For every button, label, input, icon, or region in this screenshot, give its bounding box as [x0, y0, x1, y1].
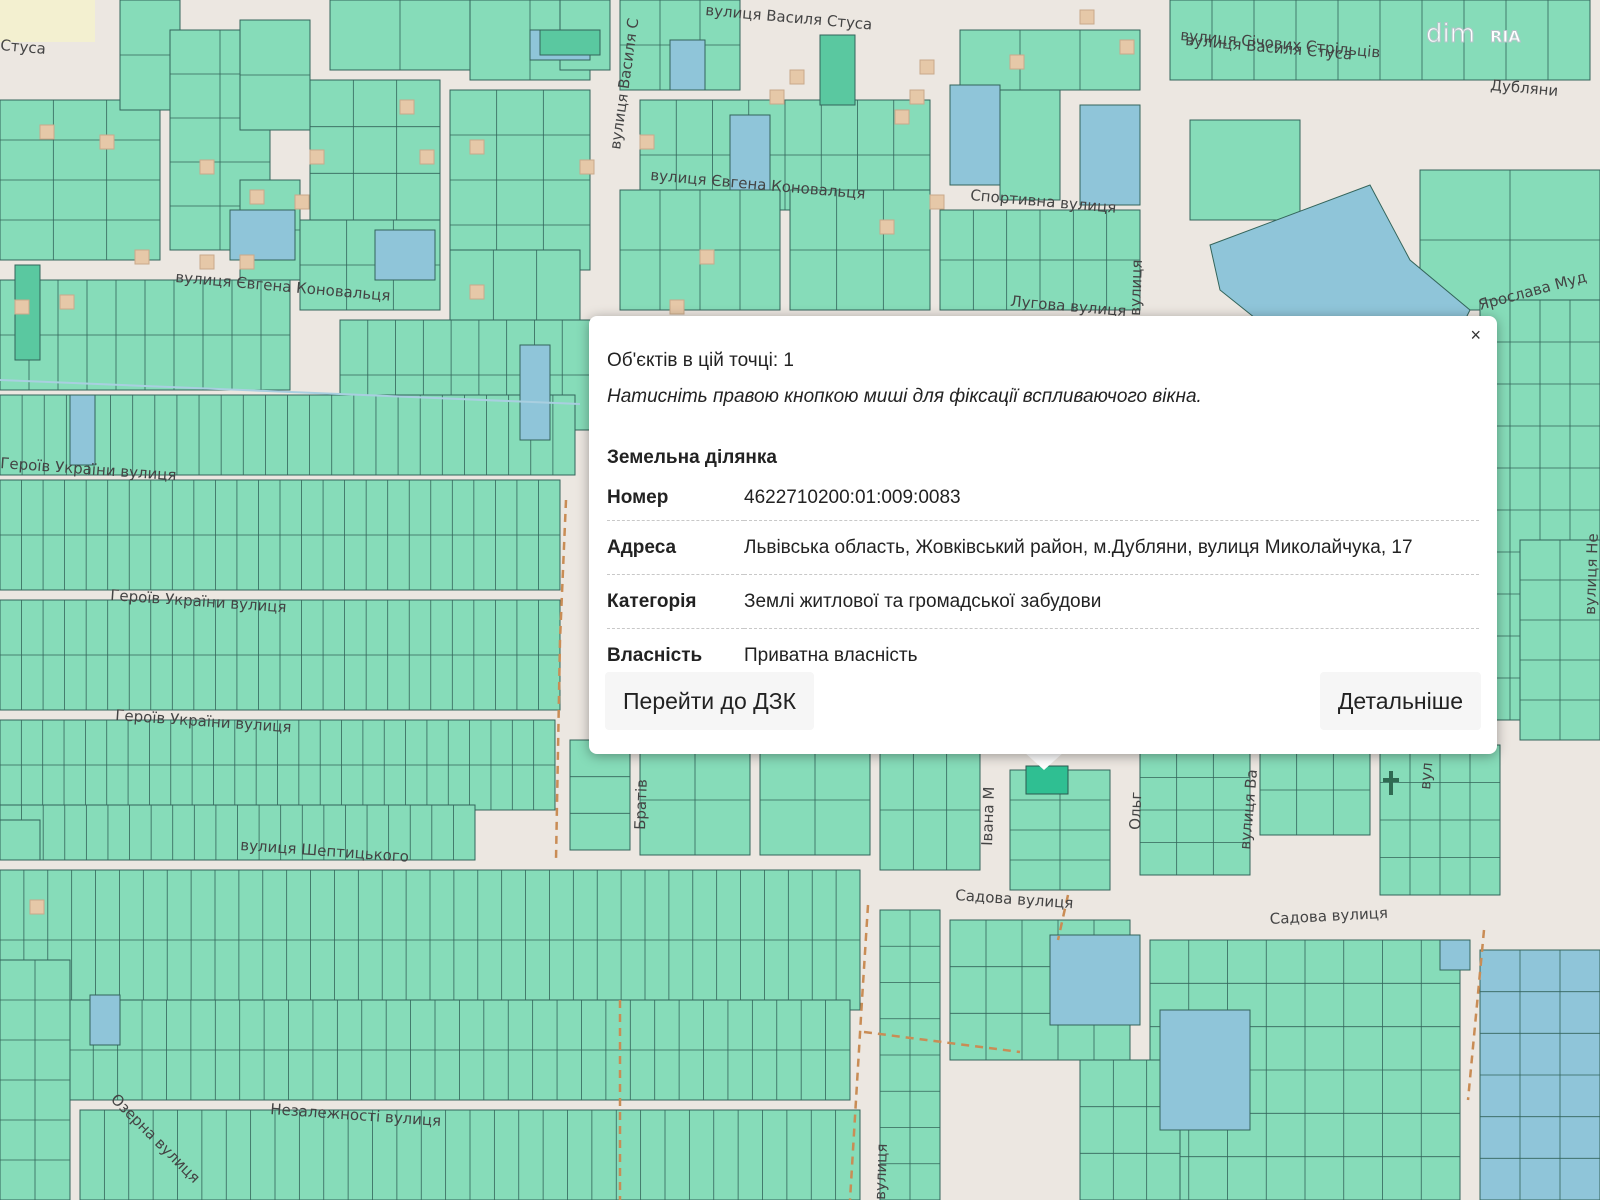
- details-button[interactable]: Детальніше: [1319, 672, 1481, 730]
- parcel-block[interactable]: [1379, 744, 1501, 896]
- selected-parcel[interactable]: [1025, 765, 1069, 795]
- attr-value: 4622710200:01:009:0083: [744, 476, 1479, 521]
- street-label: вулиця Не: [1581, 533, 1600, 615]
- parcel-info-popup: × Об'єктів в цій точці: 1 Натисніть прав…: [589, 316, 1497, 754]
- parcel-block[interactable]: [999, 89, 1061, 201]
- street-label: Івана М: [978, 786, 998, 846]
- attr-row-number: Номер 4622710200:01:009:0083: [607, 476, 1479, 521]
- blue-parcel[interactable]: [1049, 934, 1141, 1026]
- building: [14, 299, 30, 315]
- parcel-block[interactable]: [449, 89, 591, 271]
- attr-key: Номер: [607, 476, 744, 521]
- parcel-block[interactable]: [0, 959, 71, 1200]
- watermark-dim-text: dim: [1426, 19, 1475, 49]
- parcel-block[interactable]: [569, 739, 631, 851]
- go-to-dzk-button[interactable]: Перейти до ДЗК: [605, 672, 814, 730]
- building: [419, 149, 435, 165]
- close-icon[interactable]: ×: [1470, 326, 1481, 344]
- building: [929, 194, 945, 210]
- building: [1119, 39, 1135, 55]
- parcel-block[interactable]: [639, 744, 751, 856]
- parcel-block[interactable]: [789, 189, 931, 311]
- parcel-block[interactable]: [0, 869, 861, 1011]
- building: [1079, 9, 1095, 25]
- building: [469, 139, 485, 155]
- building: [1009, 54, 1025, 70]
- attr-row-address: Адреса Львівська область, Жовківський ра…: [607, 520, 1479, 575]
- building: [699, 249, 715, 265]
- building: [39, 124, 55, 140]
- blue-parcel[interactable]: [669, 39, 706, 91]
- blue-parcel[interactable]: [519, 344, 551, 441]
- accent-parcel[interactable]: [819, 34, 856, 106]
- building: [309, 149, 325, 165]
- corner-area: [0, 0, 95, 42]
- parcel-block[interactable]: [879, 749, 981, 871]
- parcel-block[interactable]: [1189, 119, 1301, 221]
- street-label: вул: [1416, 762, 1436, 791]
- parcel-block[interactable]: [759, 744, 871, 856]
- building: [29, 899, 45, 915]
- parcel-block[interactable]: [79, 1109, 861, 1200]
- building: [399, 99, 415, 115]
- parcel-block[interactable]: [0, 99, 161, 261]
- building: [909, 89, 925, 105]
- attr-key: Адреса: [607, 520, 744, 575]
- building: [199, 159, 215, 175]
- watermark-ria-text: RIA: [1490, 27, 1521, 46]
- building: [769, 89, 785, 105]
- street-label: вулиця: [871, 1143, 891, 1200]
- building: [294, 194, 310, 210]
- parcel-block[interactable]: [0, 599, 561, 711]
- building: [669, 299, 685, 315]
- building: [199, 254, 215, 270]
- blue-parcel[interactable]: [229, 209, 296, 261]
- building: [59, 294, 75, 310]
- building: [249, 189, 265, 205]
- parcel-block[interactable]: [239, 19, 311, 131]
- dimria-watermark-logo: dim RIA: [1426, 19, 1522, 50]
- attr-row-category: Категорія Землі житлової та громадської …: [607, 574, 1479, 629]
- blue-parcel[interactable]: [89, 994, 121, 1046]
- blue-parcel[interactable]: [1439, 939, 1471, 971]
- popup-hint-text: Натисніть правою кнопкою миші для фіксац…: [607, 386, 1202, 407]
- building: [469, 284, 485, 300]
- parcel-block[interactable]: [0, 479, 561, 591]
- attr-key: Категорія: [607, 574, 744, 629]
- parcel-block[interactable]: [1259, 744, 1371, 836]
- popup-pointer: [1024, 752, 1064, 770]
- attr-value: Львівська область, Жовківський район, м.…: [744, 520, 1479, 575]
- parcel-block[interactable]: [959, 29, 1141, 91]
- street-label: вулиця: [1126, 259, 1146, 316]
- building: [879, 219, 895, 235]
- parcel-block[interactable]: [329, 0, 471, 71]
- blue-parcel[interactable]: [69, 394, 96, 466]
- parcel-block[interactable]: [1139, 744, 1251, 876]
- parcel-block[interactable]: [19, 999, 851, 1101]
- blue-parcel[interactable]: [949, 84, 1001, 186]
- building: [99, 134, 115, 150]
- blue-parcel[interactable]: [1079, 104, 1141, 206]
- blue-parcel[interactable]: [1159, 1009, 1251, 1131]
- parcel-attributes-table: Номер 4622710200:01:009:0083 Адреса Льві…: [607, 476, 1479, 682]
- building: [919, 59, 935, 75]
- blue-parcel[interactable]: [374, 229, 436, 281]
- parcel-block[interactable]: [1479, 949, 1600, 1200]
- building: [239, 254, 255, 270]
- attr-value: Землі житлової та громадської забудови: [744, 574, 1479, 629]
- building: [639, 134, 655, 150]
- street-label: Братів: [631, 779, 651, 830]
- building: [789, 69, 805, 85]
- accent-parcel[interactable]: [539, 29, 601, 56]
- objects-count-text: Об'єктів в цій точці: 1: [607, 350, 794, 371]
- street-label: Ольг: [1126, 791, 1145, 830]
- building: [134, 249, 150, 265]
- parcel-block[interactable]: [0, 819, 41, 861]
- building: [894, 109, 910, 125]
- parcel-block[interactable]: [0, 279, 291, 391]
- building: [579, 159, 595, 175]
- section-title: Земельна ділянка: [607, 447, 777, 468]
